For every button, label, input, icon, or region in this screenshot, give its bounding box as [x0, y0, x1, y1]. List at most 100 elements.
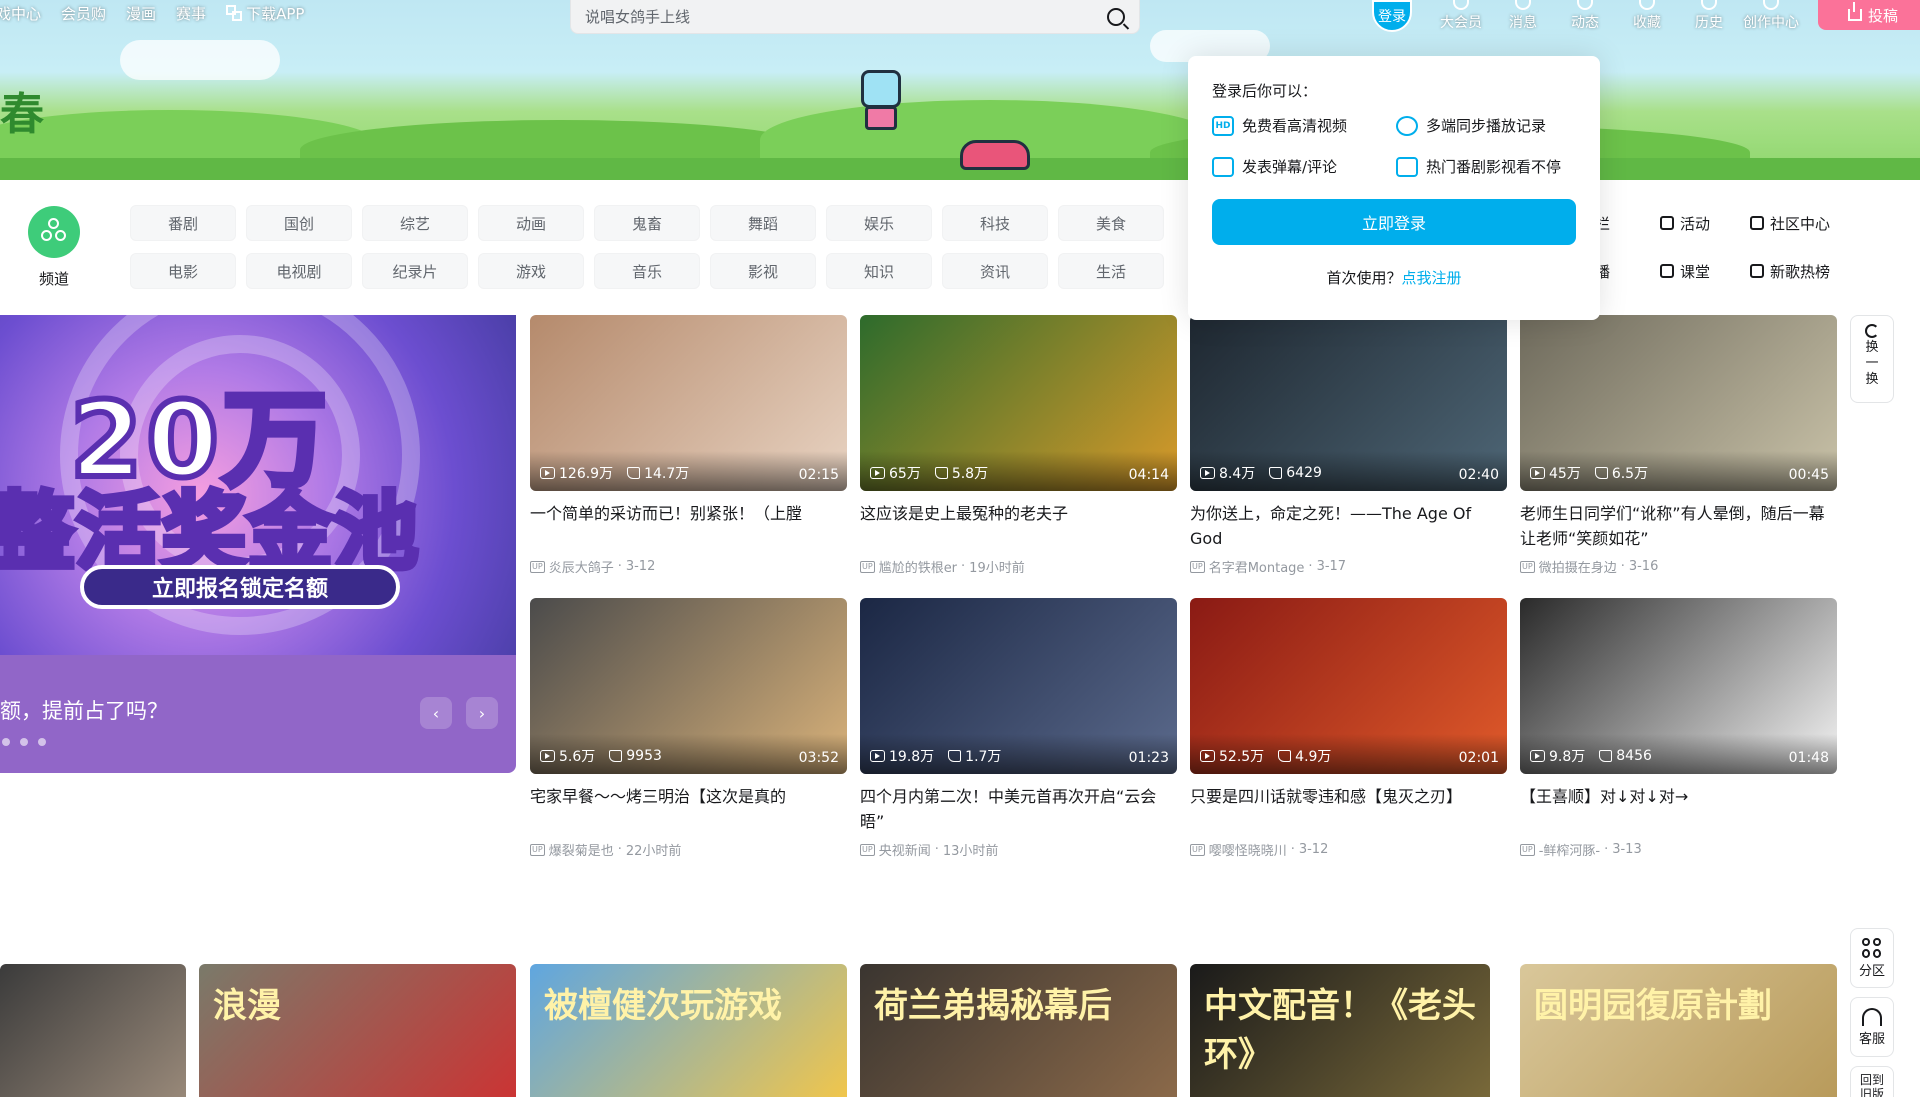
- search-icon[interactable]: [1107, 7, 1125, 26]
- category-news[interactable]: 资讯: [942, 253, 1048, 289]
- video-thumbnail[interactable]: 被檀健次玩游戏: [530, 964, 847, 1097]
- category-dance[interactable]: 舞蹈: [710, 205, 816, 241]
- video-title[interactable]: 为你送上，命定之死！——The Age Of God: [1190, 501, 1507, 551]
- video-title[interactable]: 【王喜顺】对↓对↓对→: [1520, 784, 1837, 834]
- like-count: 1.7万: [948, 746, 1001, 766]
- video-card[interactable]: 19.8万 1.7万 01:23 四个月内第二次！中美元首再次开启“云会晤” U…: [860, 598, 1177, 859]
- video-title[interactable]: 四个月内第二次！中美元首再次开启“云会晤”: [860, 784, 1177, 834]
- uploader-icon: UP: [1520, 843, 1535, 856]
- nav-favorites-label: 收藏: [1633, 15, 1661, 31]
- carousel-caption[interactable]: 额，提前占了吗？: [0, 695, 168, 725]
- category-guochuang[interactable]: 国创: [246, 205, 352, 241]
- old-version-button[interactable]: 回到旧版: [1850, 1066, 1894, 1097]
- benefit-bangumi-label: 热门番剧影视看不停: [1426, 158, 1562, 176]
- link-activity[interactable]: 活动: [1660, 205, 1750, 241]
- category-game[interactable]: 游戏: [478, 253, 584, 289]
- refresh-icon: [1865, 324, 1879, 338]
- search-bar[interactable]: 说唱女鸽手上线: [570, 0, 1140, 34]
- like-count: 4.9万: [1278, 746, 1331, 766]
- link-community[interactable]: 社区中心: [1750, 205, 1870, 241]
- carousel-next-button[interactable]: ›: [466, 697, 498, 729]
- nav-history[interactable]: 历史: [1678, 0, 1740, 32]
- category-food[interactable]: 美食: [1058, 205, 1164, 241]
- nav-messages[interactable]: 消息: [1492, 0, 1554, 32]
- search-input[interactable]: 说唱女鸽手上线: [585, 6, 1107, 27]
- carousel-prev-button[interactable]: ‹: [420, 697, 452, 729]
- login-avatar-button[interactable]: 登录: [1372, 0, 1412, 32]
- nav-manga[interactable]: 漫画: [126, 3, 156, 24]
- nav-download-app[interactable]: 下载APP: [226, 3, 304, 24]
- refresh-button[interactable]: 换 一 换: [1850, 315, 1894, 403]
- video-thumbnail[interactable]: 19.8万 1.7万 01:23: [860, 598, 1177, 774]
- video-title[interactable]: 老师生日同学们“讹称”有人晕倒，随后一幕让老师“笑颜如花”: [1520, 501, 1837, 551]
- video-title[interactable]: 一个简单的采访而已！别紧张！（上膛: [530, 501, 847, 551]
- register-link[interactable]: 点我注册: [1402, 269, 1462, 287]
- category-life[interactable]: 生活: [1058, 253, 1164, 289]
- video-card[interactable]: 9.8万 8456 01:48 【王喜顺】对↓对↓对→ UP -鲜榨河豚- · …: [1520, 598, 1837, 859]
- category-tech[interactable]: 科技: [942, 205, 1048, 241]
- video-title[interactable]: 这应该是史上最冤种的老夫子: [860, 501, 1177, 551]
- video-author[interactable]: 炎辰大鸽子: [549, 557, 614, 576]
- category-animation[interactable]: 动画: [478, 205, 584, 241]
- carousel-dot[interactable]: [38, 738, 46, 746]
- nav-esports[interactable]: 赛事: [176, 3, 206, 24]
- video-author[interactable]: 名字君Montage: [1209, 557, 1305, 576]
- video-author[interactable]: -鲜榨河豚-: [1539, 840, 1600, 859]
- video-thumbnail[interactable]: 8.4万 6429 02:40: [1190, 315, 1507, 491]
- zone-button[interactable]: 分区: [1850, 928, 1894, 988]
- nav-vip[interactable]: 大会员: [1430, 0, 1492, 32]
- link-classroom[interactable]: 课堂: [1660, 253, 1750, 289]
- video-author[interactable]: 嘤嘤怪晓晓川: [1209, 840, 1287, 859]
- nav-dynamics[interactable]: 动态: [1554, 0, 1616, 32]
- video-title[interactable]: 宅家早餐～～烤三明治【这次是真的: [530, 784, 847, 834]
- video-thumbnail[interactable]: 浪漫: [199, 964, 516, 1097]
- refresh-label-3: 换: [1865, 372, 1879, 387]
- video-thumbnail[interactable]: 65万 5.8万 04:14: [860, 315, 1177, 491]
- video-author[interactable]: 尴尬的铁根er: [879, 557, 957, 576]
- benefit-bangumi: 热门番剧影视看不停: [1396, 156, 1580, 177]
- login-button[interactable]: 立即登录: [1212, 199, 1576, 245]
- carousel-dot[interactable]: [2, 738, 10, 746]
- video-thumbnail[interactable]: 荷兰弟揭秘幕后: [860, 964, 1177, 1097]
- video-thumbnail[interactable]: 5.6万 9953 03:52: [530, 598, 847, 774]
- video-thumbnail[interactable]: 52.5万 4.9万 02:01: [1190, 598, 1507, 774]
- video-thumbnail[interactable]: 圆明园復原計劃: [1520, 964, 1837, 1097]
- video-card[interactable]: 65万 5.8万 04:14 这应该是史上最冤种的老夫子 UP 尴尬的铁根er …: [860, 315, 1177, 576]
- nav-game-center[interactable]: 戏中心: [0, 3, 41, 24]
- category-movie[interactable]: 电影: [130, 253, 236, 289]
- video-author[interactable]: 央视新闻: [879, 840, 931, 859]
- video-thumbnail[interactable]: [0, 964, 186, 1097]
- customer-service-button[interactable]: 客服: [1850, 997, 1894, 1057]
- category-entertainment[interactable]: 娱乐: [826, 205, 932, 241]
- video-thumbnail[interactable]: 中文配音！《老头环》: [1190, 964, 1490, 1097]
- banner-carousel[interactable]: 20万 整活奖金池 立即报名锁定名额 额，提前占了吗？ ‹ ›: [0, 315, 516, 773]
- link-hot-songs[interactable]: 新歌热榜: [1750, 253, 1870, 289]
- video-title[interactable]: 只要是四川话就零违和感【鬼灭之刃】: [1190, 784, 1507, 834]
- video-card[interactable]: 126.9万 14.7万 02:15 一个简单的采访而已！别紧张！（上膛 UP …: [530, 315, 847, 576]
- carousel-dot[interactable]: [20, 738, 28, 746]
- nav-creator-center[interactable]: 创作中心: [1740, 0, 1802, 32]
- upload-button[interactable]: 投稿: [1818, 0, 1920, 30]
- video-author[interactable]: 爆裂菊是也: [549, 840, 614, 859]
- category-knowledge[interactable]: 知识: [826, 253, 932, 289]
- nav-member-shop[interactable]: 会员购: [61, 3, 106, 24]
- category-documentary[interactable]: 纪录片: [362, 253, 468, 289]
- channel-entry[interactable]: 频道: [28, 206, 80, 289]
- category-music[interactable]: 音乐: [594, 253, 700, 289]
- category-variety[interactable]: 综艺: [362, 205, 468, 241]
- video-card[interactable]: 52.5万 4.9万 02:01 只要是四川话就零违和感【鬼灭之刃】 UP 嘤嘤…: [1190, 598, 1507, 859]
- category-anime-series[interactable]: 番剧: [130, 205, 236, 241]
- category-tv-series[interactable]: 电视剧: [246, 253, 352, 289]
- video-author[interactable]: 微拍摄在身边: [1539, 557, 1617, 576]
- carousel-image[interactable]: 20万 整活奖金池 立即报名锁定名额: [0, 315, 516, 655]
- video-card[interactable]: 5.6万 9953 03:52 宅家早餐～～烤三明治【这次是真的 UP 爆裂菊是…: [530, 598, 847, 859]
- video-thumbnail[interactable]: 126.9万 14.7万 02:15: [530, 315, 847, 491]
- video-card[interactable]: 8.4万 6429 02:40 为你送上，命定之死！——The Age Of G…: [1190, 315, 1507, 576]
- category-film-tv[interactable]: 影视: [710, 253, 816, 289]
- video-thumbnail[interactable]: 9.8万 8456 01:48: [1520, 598, 1837, 774]
- category-kichiku[interactable]: 鬼畜: [594, 205, 700, 241]
- video-thumbnail[interactable]: 45万 6.5万 00:45: [1520, 315, 1837, 491]
- nav-favorites[interactable]: 收藏: [1616, 0, 1678, 32]
- video-card[interactable]: 45万 6.5万 00:45 老师生日同学们“讹称”有人晕倒，随后一幕让老师“笑…: [1520, 315, 1837, 576]
- flag-icon: [1660, 216, 1674, 230]
